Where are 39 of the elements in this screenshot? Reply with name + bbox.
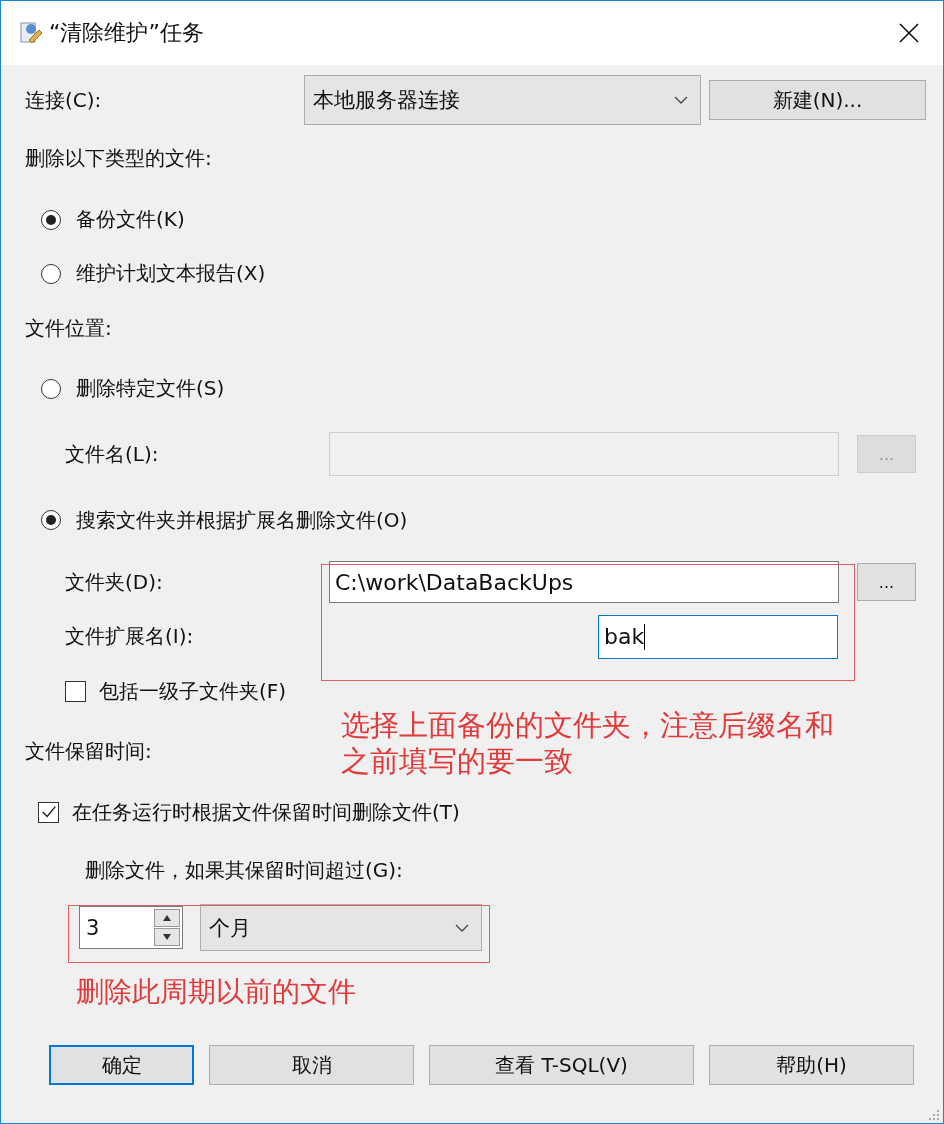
radio-label: 搜索文件夹并根据扩展名删除文件(O): [76, 506, 408, 534]
dialog-button[interactable]: 确定: [49, 1045, 194, 1085]
dialog-button[interactable]: 查看 T-SQL(V): [429, 1045, 694, 1085]
extension-label: 文件扩展名(I):: [65, 623, 195, 650]
connection-label: 连接(C):: [25, 86, 103, 114]
spin-arrows-icon: [154, 909, 180, 946]
chevron-icon: [455, 923, 469, 932]
folder-field[interactable]: C:\work\DataBackUps: [329, 561, 839, 603]
checkbox[interactable]: [65, 680, 86, 702]
checkbox-label: 包括一级子文件夹(F): [99, 677, 287, 705]
radio-label: 维护计划文本报告(X): [76, 260, 266, 287]
new-button[interactable]: 新建(N)...: [709, 80, 926, 120]
retention-prompt: 删除文件，如果其保留时间超过(G):: [85, 856, 403, 884]
section-heading: 文件位置:: [25, 314, 112, 342]
radio-button[interactable]: [41, 263, 61, 284]
task-icon: [19, 21, 43, 45]
dialog-button[interactable]: 取消: [209, 1045, 414, 1085]
checkbox[interactable]: [38, 801, 59, 823]
radio-button[interactable]: [41, 209, 61, 230]
folder-label: 文件夹(D):: [65, 568, 164, 596]
radio-button[interactable]: [41, 510, 61, 530]
extension-field[interactable]: bak: [598, 614, 838, 659]
radio-label: 备份文件(K): [76, 206, 185, 233]
dialog-button[interactable]: 帮助(H): [709, 1045, 914, 1085]
annotation-text: 删除此周期以前的文件: [76, 974, 356, 1010]
amount-spinner[interactable]: 3: [79, 906, 183, 949]
section-heading: 文件保留时间:: [25, 737, 152, 765]
close-icon[interactable]: [899, 23, 919, 43]
section-heading: 删除以下类型的文件:: [25, 145, 212, 172]
window-title: “清除维护”任务: [49, 19, 204, 47]
filename-label: 文件名(L):: [65, 440, 160, 468]
chevron-icon: [674, 96, 688, 104]
checkbox-label: 在任务运行时根据文件保留时间删除文件(T): [72, 798, 460, 826]
annotation-text: 选择上面备份的文件夹，注意后缀名和之前填写的要一致: [341, 707, 835, 779]
unit-dropdown[interactable]: 个月: [200, 904, 482, 951]
browse-button[interactable]: ...: [857, 563, 916, 601]
radio-label: 删除特定文件(S): [76, 375, 225, 402]
resize-grip-icon: [929, 1110, 939, 1120]
connection-dropdown[interactable]: 本地服务器连接: [304, 75, 701, 125]
